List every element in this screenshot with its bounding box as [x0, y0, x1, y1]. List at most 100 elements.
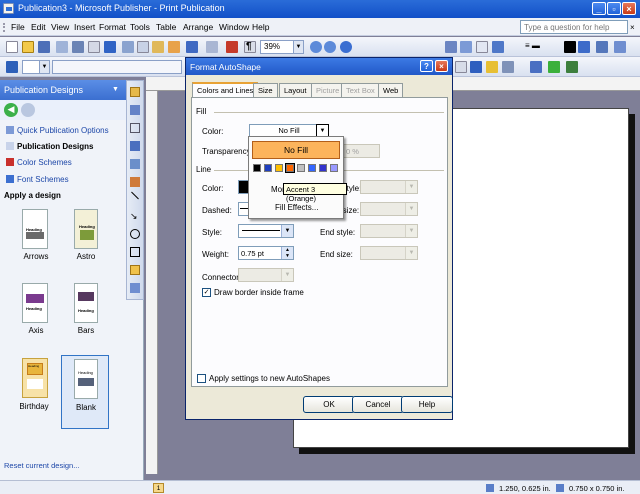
object-color-icon[interactable] [566, 61, 578, 73]
styles-icon[interactable] [6, 61, 18, 73]
color-swatch[interactable] [330, 164, 338, 172]
design-thumb-blank-selected[interactable]: Heading Blank [61, 355, 109, 429]
menu-grip[interactable] [3, 23, 8, 32]
vertical-ruler[interactable] [146, 91, 158, 474]
chevron-down-icon[interactable]: ▼ [281, 225, 293, 237]
menu-edit[interactable]: Edit [31, 22, 46, 32]
bullets-icon[interactable] [470, 61, 482, 73]
color-swatch[interactable] [297, 164, 305, 172]
line-color-icon[interactable]: ≡ ▬ [525, 41, 555, 53]
line-icon[interactable] [131, 191, 139, 200]
align-icon[interactable] [455, 61, 467, 73]
menu-help[interactable]: Help [252, 22, 269, 32]
clip-art-icon[interactable] [130, 177, 140, 187]
menu-view[interactable]: View [51, 22, 69, 32]
color-swatch[interactable] [285, 163, 295, 173]
forward-icon[interactable] [21, 103, 35, 117]
design-thumb-axis[interactable]: Heading [22, 283, 48, 323]
design-gallery-icon[interactable] [445, 41, 457, 53]
color-swatch[interactable] [308, 164, 316, 172]
arrow-icon[interactable]: ↘ [130, 211, 140, 221]
spinner-icon[interactable]: ▲ ▼ [281, 247, 293, 259]
color-swatch[interactable] [275, 164, 283, 172]
fill-effects-option[interactable]: Fill Effects... [275, 203, 318, 212]
back-icon[interactable]: ◀ [4, 103, 18, 117]
text-box-icon[interactable] [130, 105, 140, 115]
columns-icon[interactable] [476, 41, 488, 53]
menu-file[interactable]: File [11, 22, 25, 32]
font-color-icon[interactable] [596, 41, 608, 53]
select-pointer-icon[interactable] [130, 87, 140, 97]
paste-icon[interactable] [152, 41, 164, 53]
design-thumb-bars[interactable]: Heading [74, 283, 98, 323]
font-schemes-link[interactable]: Font Schemes [6, 175, 69, 184]
print-preview-icon[interactable] [88, 41, 100, 53]
chevron-down-icon[interactable]: ▼ [39, 61, 49, 73]
indent-icon[interactable] [502, 61, 514, 73]
menu-table[interactable]: Table [156, 22, 176, 32]
minimize-button[interactable]: _ [592, 2, 606, 15]
tab-size[interactable]: Size [253, 83, 278, 97]
publication-designs-link[interactable]: Publication Designs [6, 142, 93, 151]
new-icon[interactable] [6, 41, 18, 53]
color-swatch[interactable] [253, 164, 261, 172]
autoshapes-icon[interactable] [130, 265, 140, 275]
table-icon[interactable] [460, 41, 472, 53]
tab-layout[interactable]: Layout [279, 83, 312, 97]
style-combo[interactable]: ▼ [22, 60, 50, 74]
weight-input[interactable]: 0.75 pt ▲ ▼ [238, 246, 294, 260]
close-document-icon[interactable]: × [630, 23, 635, 32]
color-swatch[interactable] [264, 164, 272, 172]
help-button[interactable]: Help [401, 396, 453, 413]
zoom-combo[interactable]: 39% ▼ [260, 40, 304, 54]
open-icon[interactable] [22, 41, 34, 53]
save-icon[interactable] [38, 41, 50, 53]
page-navigator[interactable]: 1 [153, 483, 164, 493]
design-thumb-astro[interactable]: Heading [74, 209, 98, 249]
color-swatch[interactable] [319, 164, 327, 172]
highlight-icon[interactable] [486, 61, 498, 73]
chevron-down-icon[interactable]: ▼ [293, 41, 303, 53]
no-fill-option[interactable]: No Fill [252, 141, 340, 159]
dialog-help-button[interactable]: ? [420, 60, 433, 72]
shadow-icon[interactable] [530, 61, 542, 73]
tab-colors-and-lines[interactable]: Colors and Lines [192, 82, 259, 98]
redo-icon[interactable] [206, 41, 218, 53]
rectangle-icon[interactable] [130, 247, 140, 257]
bring-forward-icon[interactable] [226, 41, 238, 53]
3d-style-icon[interactable] [548, 61, 560, 73]
zoom-in-icon[interactable] [324, 41, 336, 53]
copy-icon[interactable] [137, 41, 149, 53]
maximize-button[interactable]: ▫ [607, 2, 621, 15]
chevron-down-icon[interactable]: ▼ [112, 86, 119, 93]
reset-design-link[interactable]: Reset current design... [4, 461, 79, 470]
menu-insert[interactable]: Insert [74, 22, 95, 32]
quick-publication-options-link[interactable]: Quick Publication Options [6, 126, 109, 135]
close-button[interactable]: × [622, 2, 636, 15]
menu-tools[interactable]: Tools [130, 22, 150, 32]
fill-color-icon[interactable] [578, 41, 590, 53]
table-frame-icon[interactable] [130, 123, 140, 133]
hotspot-icon[interactable] [130, 283, 140, 293]
design-thumb-arrows[interactable]: Heading [22, 209, 48, 249]
menu-arrange[interactable]: Arrange [183, 22, 213, 32]
tab-web[interactable]: Web [378, 83, 404, 97]
ok-button[interactable]: OK [303, 396, 355, 413]
font-combo[interactable] [52, 60, 182, 74]
line-style-icon[interactable] [564, 41, 576, 53]
undo-icon[interactable] [186, 41, 198, 53]
menu-format[interactable]: Format [99, 22, 126, 32]
ask-question-input[interactable]: Type a question for help [520, 20, 628, 34]
menu-window[interactable]: Window [219, 22, 249, 32]
publisher-app-icon[interactable] [3, 3, 14, 14]
dialog-close-button[interactable]: × [435, 60, 448, 72]
oval-icon[interactable] [130, 229, 140, 239]
color-schemes-link[interactable]: Color Schemes [6, 158, 72, 167]
help-icon[interactable] [340, 41, 352, 53]
apply-new-autoshapes-checkbox[interactable] [197, 374, 206, 383]
zoom-out-icon[interactable] [310, 41, 322, 53]
spelling-icon[interactable] [104, 41, 116, 53]
wordart-icon[interactable] [130, 141, 140, 151]
print-icon[interactable] [72, 41, 84, 53]
mail-icon[interactable] [56, 41, 68, 53]
